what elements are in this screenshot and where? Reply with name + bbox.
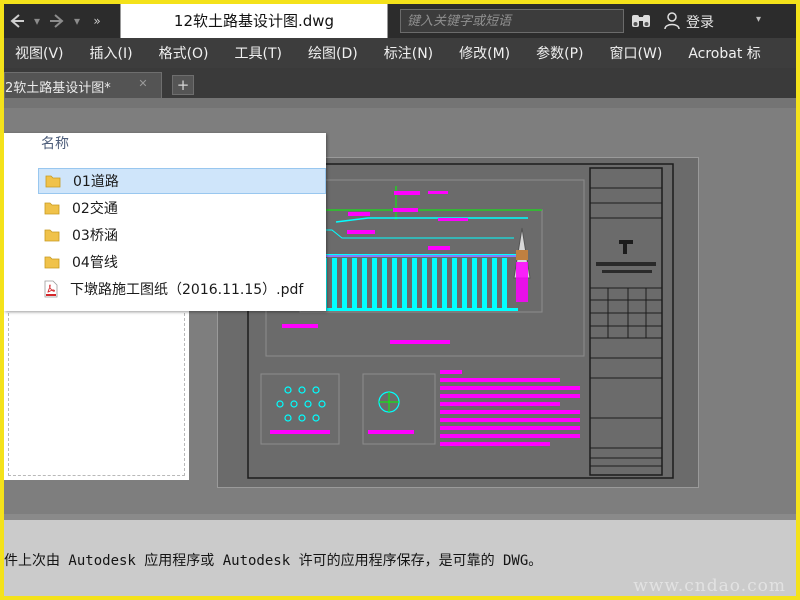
plus-icon[interactable]: + [172, 75, 194, 95]
search-input[interactable] [401, 10, 623, 33]
menu-bar: 视图(V) 插入(I) 格式(O) 工具(T) 绘图(D) 标注(N) 修改(M… [4, 38, 796, 68]
list-item-label: 03桥涵 [72, 228, 118, 244]
menu-insert[interactable]: 插入(I) [90, 43, 133, 63]
command-history-area: 件上次由 Autodesk 应用程序或 Autodesk 许可的应用程序保存，是… [4, 514, 796, 596]
menu-dimension[interactable]: 标注(N) [384, 43, 433, 63]
pdf-file-icon [44, 280, 58, 298]
status-message: 件上次由 Autodesk 应用程序或 Autodesk 许可的应用程序保存，是… [4, 553, 543, 569]
tab-drawing[interactable]: 2软土路基设计图* ✕ [4, 72, 162, 98]
canvas-header-strip [4, 98, 796, 108]
menu-modify[interactable]: 修改(M) [459, 43, 510, 63]
binoculars-icon[interactable] [630, 12, 652, 30]
quick-access-toolbar: ▾ ▾ » [8, 10, 106, 32]
user-icon[interactable] [664, 12, 680, 30]
list-item-label: 01道路 [73, 174, 119, 190]
list-item-label: 04管线 [72, 255, 118, 271]
menu-parametric[interactable]: 参数(P) [536, 43, 583, 63]
overflow-chevron-icon[interactable]: » [88, 11, 106, 31]
search-field[interactable] [400, 9, 624, 33]
document-title: 12软土路基设计图.dwg [120, 4, 388, 38]
list-item-folder[interactable]: 04管线 [38, 249, 326, 275]
file-list-popup: 名称 01道路 02交通 03桥涵 04管线 下墩路施工图纸（2016.11.1… [4, 133, 326, 311]
list-item-label: 下墩路施工图纸（2016.11.15）.pdf [70, 282, 304, 298]
menu-acrobat[interactable]: Acrobat 标 [688, 43, 760, 63]
folder-icon [44, 202, 60, 215]
menu-view[interactable]: 视图(V) [15, 43, 64, 63]
folder-icon [45, 175, 61, 188]
tab-drawing-label: 2软土路基设计图* [5, 81, 111, 96]
drawing-canvas[interactable]: 名称 01道路 02交通 03桥涵 04管线 下墩路施工图纸（2016.11.1… [4, 98, 796, 514]
login-button[interactable]: 登录 [686, 12, 714, 32]
title-bar: ▾ ▾ » 12软土路基设计图.dwg 登 [4, 4, 796, 38]
back-dropdown-icon[interactable]: ▾ [28, 11, 46, 31]
list-item-folder[interactable]: 03桥涵 [38, 222, 326, 248]
folder-icon [44, 256, 60, 269]
menu-tools[interactable]: 工具(T) [235, 43, 282, 63]
login-dropdown-icon[interactable]: ▾ [756, 14, 761, 25]
forward-dropdown-icon[interactable]: ▾ [68, 11, 86, 31]
list-item-label: 02交通 [72, 201, 118, 217]
document-tab-bar: 2软土路基设计图* ✕ + [4, 68, 796, 98]
menu-format[interactable]: 格式(O) [159, 43, 209, 63]
back-arrow-icon[interactable] [8, 11, 26, 31]
autocad-window: ▾ ▾ » 12软土路基设计图.dwg 登 [4, 4, 796, 596]
list-item-folder[interactable]: 01道路 [38, 168, 326, 194]
menu-draw[interactable]: 绘图(D) [308, 43, 358, 63]
menu-window[interactable]: 窗口(W) [610, 43, 663, 63]
list-item-folder[interactable]: 02交通 [38, 195, 326, 221]
watermark: www.cndao.com [633, 576, 786, 596]
forward-arrow-icon[interactable] [48, 11, 66, 31]
column-header-name[interactable]: 名称 [41, 133, 69, 153]
list-item-pdf[interactable]: 下墩路施工图纸（2016.11.15）.pdf [38, 276, 326, 302]
folder-icon [44, 229, 60, 242]
close-icon[interactable]: ✕ [136, 77, 150, 91]
